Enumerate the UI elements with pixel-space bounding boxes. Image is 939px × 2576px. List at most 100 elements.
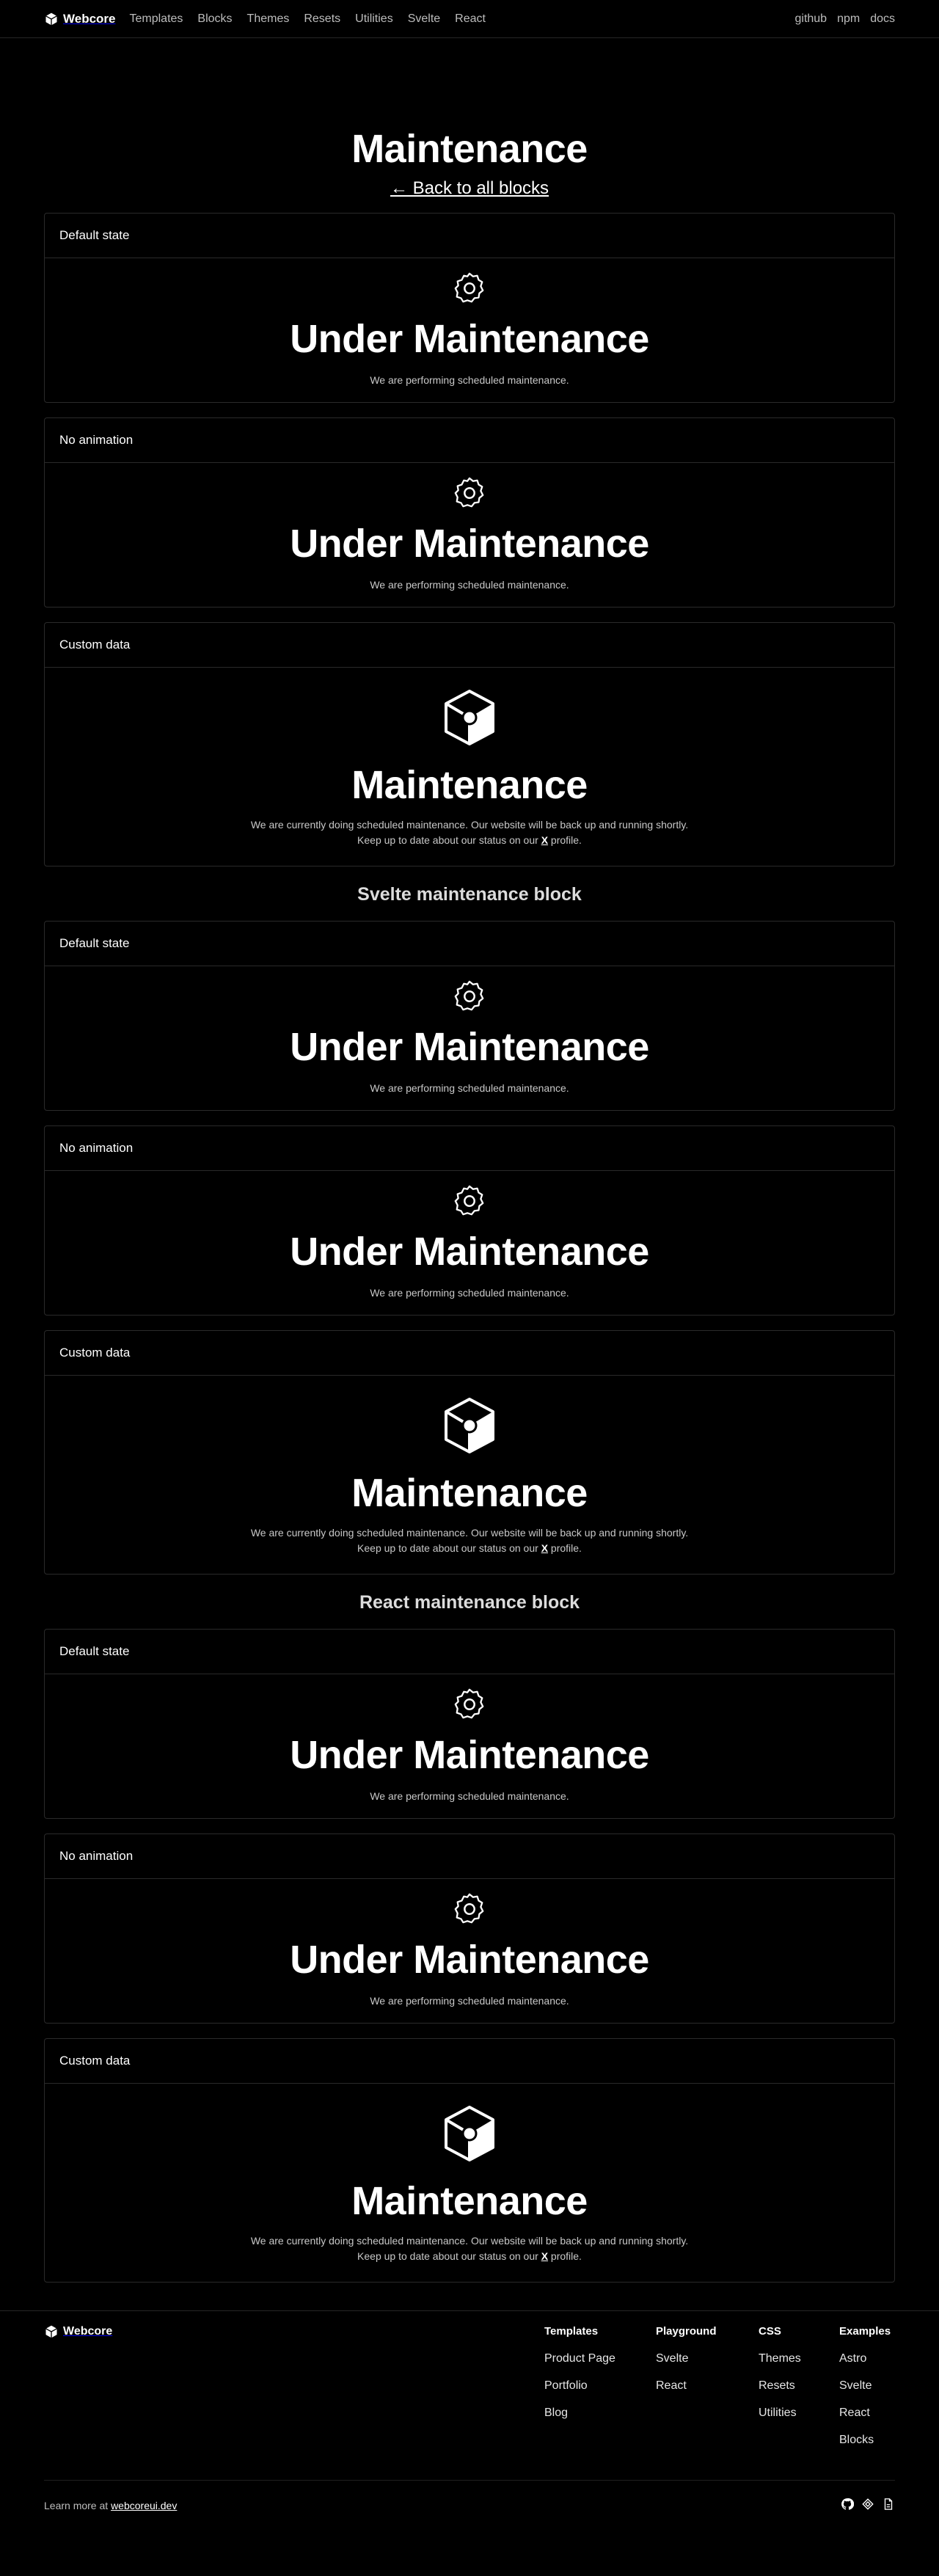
figma-icon[interactable] xyxy=(861,2497,874,2514)
maintenance-title: Under Maintenance xyxy=(290,317,649,361)
main-nav: Templates Blocks Themes Resets Utilities… xyxy=(130,12,486,26)
cube-icon xyxy=(445,2106,494,2161)
docs-link[interactable]: docs xyxy=(870,12,895,26)
maintenance-card: Custom data Maintenance We are currently d… xyxy=(44,2038,895,2283)
card-preview: Under Maintenance We are performing sched… xyxy=(45,258,894,402)
maintenance-card: No animation Under Maintenance We are perf… xyxy=(44,1834,895,2024)
x-profile-link[interactable]: X xyxy=(541,1542,548,1554)
card-label: Default state xyxy=(45,214,894,258)
webcore-logo-icon xyxy=(45,12,57,25)
card-label: Custom data xyxy=(45,2039,894,2084)
header-left: Webcore Templates Blocks Themes Resets U… xyxy=(44,12,486,26)
nav-react[interactable]: React xyxy=(455,12,486,26)
footer-link-blocks[interactable]: Blocks xyxy=(839,2433,891,2448)
maintenance-title: Under Maintenance xyxy=(290,522,649,566)
footer-link-portfolio[interactable]: Portfolio xyxy=(544,2379,615,2393)
maintenance-title: Maintenance xyxy=(351,763,588,807)
site-header: Webcore Templates Blocks Themes Resets U… xyxy=(0,0,939,38)
footer-logo-link[interactable]: Webcore xyxy=(44,2324,112,2339)
card-label: No animation xyxy=(45,1834,894,1879)
maintenance-title: Under Maintenance xyxy=(290,1733,649,1777)
header-right: github npm docs xyxy=(794,12,895,26)
cube-icon xyxy=(445,1398,494,1453)
webcoreui-link[interactable]: webcoreui.dev xyxy=(111,2500,177,2511)
cube-icon xyxy=(445,690,494,745)
maintenance-description-line1: We are currently doing scheduled mainten… xyxy=(250,2235,689,2247)
footer-column-title: Templates xyxy=(544,2325,599,2338)
x-profile-link[interactable]: X xyxy=(541,2250,548,2262)
footer-link-themes[interactable]: Themes xyxy=(759,2351,801,2366)
maintenance-title: Under Maintenance xyxy=(290,1025,649,1069)
footer-column-examples: Examples Astro Svelte React Blocks xyxy=(839,2324,891,2460)
maintenance-card: Default state Under Maintenance We are per… xyxy=(44,213,895,403)
nav-themes[interactable]: Themes xyxy=(247,12,290,26)
gear-icon xyxy=(454,980,484,1011)
maintenance-card: No animation Under Maintenance We are perf… xyxy=(44,417,895,607)
maintenance-title: Under Maintenance xyxy=(290,1938,649,1982)
footer-bottom: Learn more at webcoreui.dev xyxy=(44,2495,895,2517)
maintenance-title: Maintenance xyxy=(351,2179,588,2223)
footer-link-utilities[interactable]: Utilities xyxy=(759,2406,801,2420)
footer-link-svelte-example[interactable]: Svelte xyxy=(839,2379,891,2393)
nav-utilities[interactable]: Utilities xyxy=(355,12,393,26)
card-preview: Under Maintenance We are performing sched… xyxy=(45,463,894,607)
footer-link-svelte[interactable]: Svelte xyxy=(656,2351,717,2366)
site-footer: Webcore Templates Product Page Portfolio… xyxy=(0,2310,939,2576)
github-icon[interactable] xyxy=(841,2497,855,2514)
card-label: Default state xyxy=(45,1630,894,1674)
card-preview: Under Maintenance We are performing sched… xyxy=(45,1879,894,2023)
card-preview: Maintenance We are currently doing schedu… xyxy=(45,1376,894,1574)
logo-text: Webcore xyxy=(63,11,116,26)
footer-logo-text: Webcore xyxy=(63,2325,113,2338)
card-label: Custom data xyxy=(45,1331,894,1376)
gear-icon xyxy=(454,1688,484,1719)
webcore-logo-icon xyxy=(45,2325,57,2338)
page-title: Maintenance xyxy=(351,127,588,171)
status-text-suffix: profile. xyxy=(548,1542,582,1554)
maintenance-card: Custom data Maintenance We are currently d… xyxy=(44,622,895,866)
nav-svelte[interactable]: Svelte xyxy=(408,12,440,26)
footer-link-react[interactable]: React xyxy=(656,2379,717,2393)
npm-link[interactable]: npm xyxy=(837,12,860,26)
status-text-suffix: profile. xyxy=(548,2250,582,2262)
footer-link-product-page[interactable]: Product Page xyxy=(544,2351,615,2366)
card-label: No animation xyxy=(45,1126,894,1171)
maintenance-description: We are performing scheduled maintenance. xyxy=(370,579,569,591)
footer-column-playground: Playground Svelte React xyxy=(656,2324,717,2406)
learn-more-text: Learn more at webcoreui.dev xyxy=(44,2500,177,2511)
status-text-prefix: Keep up to date about our status on our xyxy=(357,834,541,846)
maintenance-card: Custom data Maintenance We are currently d… xyxy=(44,1330,895,1575)
maintenance-description: We are currently doing scheduled mainten… xyxy=(45,817,894,848)
footer-column-title: Playground xyxy=(656,2325,717,2338)
gear-icon xyxy=(454,1185,484,1216)
logo-link[interactable]: Webcore xyxy=(44,12,116,26)
gear-icon xyxy=(454,272,484,303)
footer-column-templates: Templates Product Page Portfolio Blog xyxy=(544,2324,615,2433)
card-preview: Under Maintenance We are performing sched… xyxy=(45,1171,894,1315)
footer-link-resets[interactable]: Resets xyxy=(759,2379,801,2393)
card-preview: Under Maintenance We are performing sched… xyxy=(45,1674,894,1818)
footer-link-blog[interactable]: Blog xyxy=(544,2406,615,2420)
maintenance-description: We are performing scheduled maintenance. xyxy=(370,1790,569,1802)
file-icon[interactable] xyxy=(882,2497,895,2514)
maintenance-description: We are performing scheduled maintenance. xyxy=(370,1287,569,1299)
card-preview: Under Maintenance We are performing sched… xyxy=(45,966,894,1110)
x-profile-link[interactable]: X xyxy=(541,834,548,846)
sections-container: Default state Under Maintenance We are per… xyxy=(44,213,895,2283)
status-text-suffix: profile. xyxy=(548,834,582,846)
maintenance-description: We are currently doing scheduled mainten… xyxy=(45,2233,894,2264)
card-label: Custom data xyxy=(45,623,894,668)
status-text-prefix: Keep up to date about our status on our xyxy=(357,1542,541,1554)
maintenance-description: We are performing scheduled maintenance. xyxy=(370,374,569,386)
github-link[interactable]: github xyxy=(794,12,827,26)
footer-top: Webcore Templates Product Page Portfolio… xyxy=(0,2311,939,2481)
gear-icon xyxy=(454,1893,484,1924)
card-label: Default state xyxy=(45,922,894,966)
back-to-blocks-link[interactable]: ← Back to all blocks xyxy=(44,178,895,200)
nav-blocks[interactable]: Blocks xyxy=(197,12,232,26)
footer-link-react-example[interactable]: React xyxy=(839,2406,891,2420)
footer-link-astro[interactable]: Astro xyxy=(839,2351,891,2366)
nav-templates[interactable]: Templates xyxy=(130,12,183,26)
nav-resets[interactable]: Resets xyxy=(304,12,340,26)
maintenance-description-line1: We are currently doing scheduled mainten… xyxy=(250,819,689,831)
